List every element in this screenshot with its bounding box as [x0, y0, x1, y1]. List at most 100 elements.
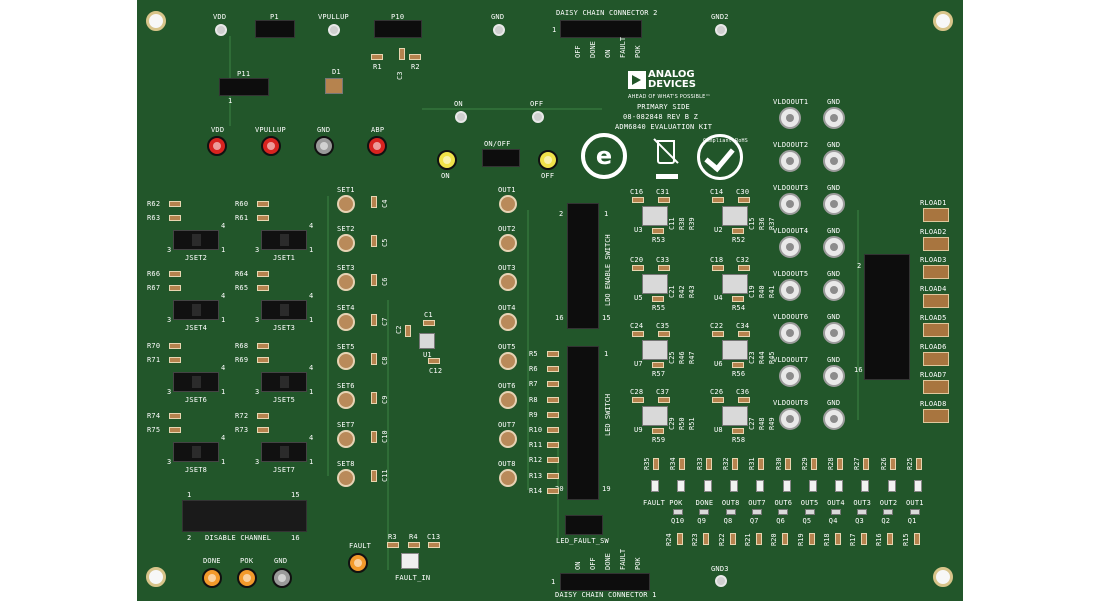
gnd-top-pad[interactable] — [493, 24, 505, 36]
out-test-point[interactable] — [499, 469, 517, 488]
on-pad[interactable] — [455, 111, 467, 123]
set-test-point[interactable] — [337, 351, 355, 370]
rohs-text: Compliant RoHS — [703, 138, 748, 144]
led-top-resistor — [837, 458, 844, 470]
led-fault-switch[interactable] — [565, 515, 603, 535]
vldo-gnd-test-point[interactable] — [823, 150, 845, 172]
vpullup-test-point[interactable] — [261, 136, 281, 156]
pok-test-point[interactable] — [237, 568, 257, 588]
set-test-point[interactable] — [337, 430, 355, 449]
p1-jumper[interactable] — [255, 20, 295, 38]
vldo-gnd-test-point[interactable] — [823, 107, 845, 129]
gnd2-pad[interactable] — [715, 24, 727, 36]
rload-header[interactable] — [864, 254, 910, 380]
vldo-test-point[interactable] — [779, 236, 801, 258]
vldo-test-point[interactable] — [779, 279, 801, 301]
jset-jumper[interactable] — [173, 230, 219, 250]
led-top-res-label: R34 — [669, 457, 678, 470]
onoff-switch[interactable] — [482, 149, 520, 167]
led-switch-pin1: 1 — [604, 350, 609, 358]
vldo-gnd-test-point[interactable] — [823, 193, 845, 215]
jset-r-top-label: R74 — [147, 412, 161, 420]
jset-jumper[interactable] — [173, 442, 219, 462]
done-test-point[interactable] — [202, 568, 222, 588]
vldo-test-point[interactable] — [779, 408, 801, 430]
set-capacitor — [371, 274, 377, 287]
off-pad[interactable] — [532, 111, 544, 123]
out-test-point[interactable] — [499, 351, 517, 370]
daisy1-connector[interactable] — [560, 573, 650, 591]
led-switch-res-label: R8 — [529, 395, 538, 404]
disable-channel-header[interactable] — [182, 500, 307, 532]
reg-cb-label: C33 — [656, 256, 670, 264]
vldo-test-point[interactable] — [779, 193, 801, 215]
led-switch-resistor — [547, 487, 559, 494]
ldo-enable-switch[interactable] — [567, 203, 599, 329]
led-top-resistor — [863, 458, 870, 470]
on-pad-label: ON — [454, 100, 463, 108]
indicator-led — [703, 480, 712, 492]
reg-v3-label: R39 — [688, 217, 696, 230]
vpullup-top-pad[interactable] — [328, 24, 340, 36]
set-test-point[interactable] — [337, 234, 355, 253]
jset-jumper[interactable] — [173, 372, 219, 392]
out-test-point[interactable] — [499, 391, 517, 409]
vldo-gnd-test-point[interactable] — [823, 365, 845, 387]
rload-label: RLOAD2 — [920, 227, 947, 236]
gnd-test-point[interactable] — [314, 136, 334, 156]
led-top-res-label: R27 — [853, 457, 862, 470]
transistor-label: Q10 — [671, 517, 685, 525]
transistor — [830, 509, 841, 515]
out-test-point[interactable] — [499, 430, 517, 449]
gnd-bottom-test-point[interactable] — [272, 568, 292, 588]
off-test-point[interactable] — [538, 150, 558, 170]
vldo-test-point[interactable] — [779, 107, 801, 129]
on-test-point[interactable] — [437, 150, 457, 170]
out-test-point[interactable] — [499, 273, 517, 292]
vldo-test-point[interactable] — [779, 150, 801, 172]
transistor — [725, 509, 736, 515]
vldo-gnd-test-point[interactable] — [823, 322, 845, 344]
set-test-point[interactable] — [337, 391, 355, 409]
adi-logo-triangle — [632, 75, 641, 85]
gnd3-pad[interactable] — [715, 575, 727, 587]
vldo-gnd-test-point[interactable] — [823, 279, 845, 301]
vldo-test-point[interactable] — [779, 322, 801, 344]
vldo-test-point[interactable] — [779, 365, 801, 387]
vdd-test-point[interactable] — [207, 136, 227, 156]
set-test-point[interactable] — [337, 312, 355, 331]
jset-jumper[interactable] — [173, 300, 219, 320]
jset-pin3: 3 — [255, 246, 260, 254]
rload-label: RLOAD7 — [920, 371, 947, 380]
set-test-point[interactable] — [337, 273, 355, 292]
rload-resistor — [923, 236, 949, 251]
set-test-point[interactable] — [337, 195, 355, 213]
jset-jumper[interactable] — [261, 300, 307, 320]
r4-resistor — [408, 542, 420, 548]
led-switch-label: LED SWITCH — [604, 393, 612, 436]
fault-tp-label: FAULT — [349, 542, 372, 550]
out-test-point[interactable] — [499, 195, 517, 213]
vdd-top-pad[interactable] — [215, 24, 227, 36]
fault-test-point[interactable] — [348, 553, 368, 573]
jset-pin3: 3 — [255, 458, 260, 466]
p10-jumper[interactable] — [374, 20, 422, 38]
set-test-point[interactable] — [337, 469, 355, 488]
vldo-gnd-test-point[interactable] — [823, 408, 845, 430]
jset-label: JSET6 — [185, 396, 208, 404]
jset-jumper[interactable] — [261, 442, 307, 462]
p11-jumper[interactable] — [219, 78, 269, 96]
daisy2-connector[interactable] — [560, 20, 642, 38]
fault-in-button[interactable] — [401, 553, 419, 569]
abp-test-point[interactable] — [367, 136, 387, 156]
out-test-point[interactable] — [499, 234, 517, 253]
vldo-label: VLDOOUT4 — [773, 227, 809, 235]
set-capacitor — [371, 470, 377, 483]
indicator-led-label: DONE — [695, 499, 714, 507]
out-test-point[interactable] — [499, 312, 517, 331]
set-cap-label: C8 — [381, 356, 389, 365]
led-switch[interactable] — [567, 346, 599, 500]
jset-jumper[interactable] — [261, 230, 307, 250]
vldo-gnd-test-point[interactable] — [823, 236, 845, 258]
jset-jumper[interactable] — [261, 372, 307, 392]
